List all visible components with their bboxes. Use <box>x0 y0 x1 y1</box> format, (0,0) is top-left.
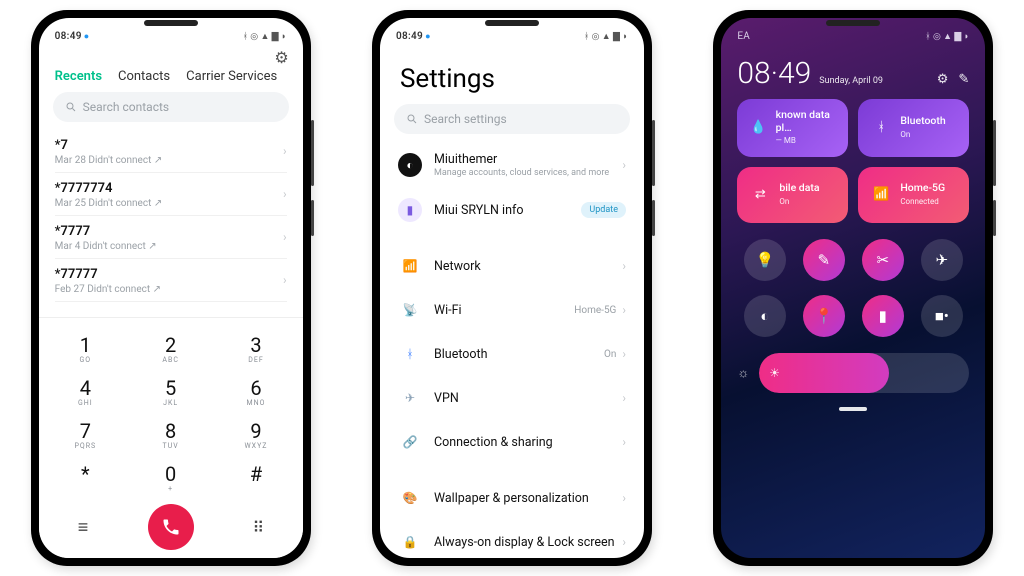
tile-icon: 💧 <box>749 120 767 135</box>
key-#[interactable]: # <box>213 457 298 500</box>
quick-toggle[interactable]: 📍 <box>803 295 845 337</box>
call-button[interactable] <box>148 504 194 550</box>
phone-settings: 08:49● ᚼ◎▲▇◗ Settings Search settings ◐ … <box>372 10 652 566</box>
settings-icon[interactable]: ⚙ <box>937 72 949 87</box>
row-icon: 🔗 <box>398 430 422 454</box>
chevron-right-icon: › <box>622 347 626 361</box>
drag-handle[interactable] <box>839 407 867 411</box>
row-icon: 📡 <box>398 298 422 322</box>
key-2[interactable]: 2ABC <box>128 328 213 371</box>
status-bar: 08:49● ᚼ◎▲▇◗ <box>39 18 303 44</box>
quick-toggle[interactable]: ▮ <box>862 295 904 337</box>
row-account[interactable]: ◐ Miuithemer Manage accounts, cloud serv… <box>394 142 630 188</box>
quick-toggle[interactable]: ✈ <box>921 239 963 281</box>
chevron-right-icon: › <box>622 259 626 273</box>
dialpad-toggle-icon[interactable]: ⠿ <box>242 518 274 537</box>
key-4[interactable]: 4GHI <box>43 371 128 414</box>
tile-icon: ⇄ <box>749 187 771 202</box>
page-title: Settings <box>380 44 644 104</box>
key-9[interactable]: 9WXYZ <box>213 414 298 457</box>
phone-info-icon: ▮ <box>398 198 422 222</box>
dialpad: 1GO2ABC3DEF 4GHI5JKL6MNO 7PQRS8TUV9WXYZ *0+… <box>39 317 303 558</box>
avatar-icon: ◐ <box>398 153 422 177</box>
brightness-row: ☼ <box>737 353 969 393</box>
settings-row[interactable]: ✈ VPN › <box>394 376 630 420</box>
gear-icon[interactable]: ⚙ <box>274 48 288 67</box>
key-5[interactable]: 5JKL <box>128 371 213 414</box>
quick-toggle[interactable]: ◐ <box>744 295 786 337</box>
chevron-right-icon: › <box>622 391 626 405</box>
phone-control-center: EA ᚼ◎▲▇◗ 08·49 Sunday, April 09 ⚙ ✎ 💧 kn… <box>713 10 993 566</box>
search-input[interactable]: Search contacts <box>53 92 289 122</box>
chevron-right-icon: › <box>622 435 626 449</box>
menu-icon[interactable]: ≡ <box>67 517 99 538</box>
settings-row[interactable]: 🎨 Wallpaper & personalization › <box>394 476 630 520</box>
chevron-right-icon: › <box>283 273 287 287</box>
settings-row[interactable]: 🔒 Always-on display & Lock screen › <box>394 520 630 558</box>
settings-row[interactable]: ᚼ Bluetooth On › <box>394 332 630 376</box>
call-row[interactable]: *7 Mar 28 Didn't connect › <box>55 130 287 173</box>
row-icon: 📶 <box>398 254 422 278</box>
chevron-right-icon: › <box>622 491 626 505</box>
status-bar: EA ᚼ◎▲▇◗ <box>721 18 985 44</box>
row-icon: 🔒 <box>398 530 422 554</box>
cc-tile[interactable]: 💧 known data pl…— MB <box>737 99 848 157</box>
tab-recents[interactable]: Recents <box>55 69 102 84</box>
quick-toggle[interactable]: ✎ <box>803 239 845 281</box>
key-*[interactable]: * <box>43 457 128 500</box>
cc-tile[interactable]: ⇄ bile dataOn <box>737 167 848 223</box>
brightness-low-icon: ☼ <box>737 365 749 381</box>
quick-toggle[interactable]: 💡 <box>744 239 786 281</box>
key-1[interactable]: 1GO <box>43 328 128 371</box>
quick-toggle[interactable]: ■• <box>921 295 963 337</box>
chevron-right-icon: › <box>622 535 626 549</box>
tile-icon: 📶 <box>870 187 892 202</box>
quick-toggles: 💡 ✎ ✂ ✈ ◐ 📍 ▮ ■• <box>737 235 969 351</box>
search-input[interactable]: Search settings <box>394 104 630 134</box>
search-icon <box>406 113 418 125</box>
key-8[interactable]: 8TUV <box>128 414 213 457</box>
tab-contacts[interactable]: Contacts <box>118 69 170 84</box>
row-icon: 🎨 <box>398 486 422 510</box>
quick-toggle[interactable]: ✂ <box>862 239 904 281</box>
settings-row[interactable]: 🔗 Connection & sharing › <box>394 420 630 464</box>
brightness-slider[interactable] <box>759 353 969 393</box>
call-log: *7 Mar 28 Didn't connect › *7777774 Mar … <box>39 130 303 317</box>
call-row[interactable]: *7777 Mar 4 Didn't connect › <box>55 216 287 259</box>
key-6[interactable]: 6MNO <box>213 371 298 414</box>
tile-icon: ᚼ <box>870 120 892 135</box>
chevron-right-icon: › <box>283 187 287 201</box>
clock-row: 08·49 Sunday, April 09 ⚙ ✎ <box>737 56 969 91</box>
dialer-tabs: Recents Contacts Carrier Services <box>39 67 303 92</box>
tab-carrier[interactable]: Carrier Services <box>186 69 277 84</box>
row-icon: ✈ <box>398 386 422 410</box>
key-3[interactable]: 3DEF <box>213 328 298 371</box>
edit-icon[interactable]: ✎ <box>958 72 969 87</box>
chevron-right-icon: › <box>622 158 626 172</box>
big-tiles: 💧 known data pl…— MB ᚼ BluetoothOn ⇄ bil… <box>737 99 969 223</box>
status-bar: 08:49● ᚼ◎▲▇◗ <box>380 18 644 44</box>
key-0[interactable]: 0+ <box>128 457 213 500</box>
chevron-right-icon: › <box>283 144 287 158</box>
settings-row[interactable]: 📶 Network › <box>394 244 630 288</box>
search-icon <box>65 101 77 113</box>
cc-tile[interactable]: 📶 Home-5GConnected <box>858 167 969 223</box>
update-badge[interactable]: Update <box>581 202 626 218</box>
chevron-right-icon: › <box>622 303 626 317</box>
settings-row[interactable]: 📡 Wi-Fi Home-5G › <box>394 288 630 332</box>
key-7[interactable]: 7PQRS <box>43 414 128 457</box>
chevron-right-icon: › <box>283 230 287 244</box>
call-row[interactable]: *7777774 Mar 25 Didn't connect › <box>55 173 287 216</box>
call-row[interactable]: *77777 Feb 27 Didn't connect › <box>55 259 287 302</box>
row-icon: ᚼ <box>398 342 422 366</box>
row-sysinfo[interactable]: ▮ Miui SRYLN info Update <box>394 188 630 232</box>
phone-dialer: 08:49● ᚼ◎▲▇◗ ⚙ Recents Contacts Carrier … <box>31 10 311 566</box>
phone-icon <box>161 517 181 537</box>
cc-tile[interactable]: ᚼ BluetoothOn <box>858 99 969 157</box>
